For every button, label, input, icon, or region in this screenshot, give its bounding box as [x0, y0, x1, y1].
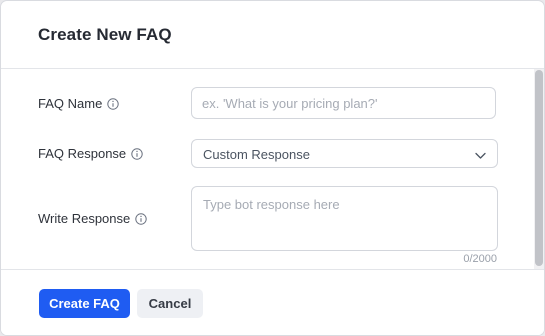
faq-name-label-group: FAQ Name [38, 96, 119, 111]
faq-response-label: FAQ Response [38, 146, 127, 161]
write-response-label-group: Write Response [38, 211, 147, 226]
dialog-title: Create New FAQ [38, 25, 172, 44]
info-icon[interactable] [131, 147, 143, 160]
faq-response-select[interactable]: Custom Response [191, 139, 498, 168]
character-counter: 0/2000 [463, 253, 497, 265]
dialog-header: Create New FAQ [1, 1, 544, 69]
cancel-button[interactable]: Cancel [137, 289, 203, 318]
faq-name-input[interactable]: ex. 'What is your pricing plan?' [191, 87, 496, 119]
write-response-textarea[interactable]: Type bot response here [191, 186, 498, 251]
faq-response-selected-value: Custom Response [203, 147, 310, 162]
info-icon[interactable] [135, 212, 147, 225]
dialog-body[interactable]: FAQ Name ex. 'What is your pricing plan?… [1, 69, 544, 269]
create-faq-dialog: Create New FAQ FAQ Name ex. 'What is you… [0, 0, 545, 336]
info-icon[interactable] [107, 97, 119, 110]
faq-name-placeholder: ex. 'What is your pricing plan?' [202, 96, 378, 111]
dialog-footer: Create FAQ Cancel [1, 269, 544, 335]
faq-name-label: FAQ Name [38, 96, 103, 111]
create-faq-button[interactable]: Create FAQ [39, 289, 130, 318]
write-response-placeholder: Type bot response here [203, 197, 340, 212]
scrollbar-thumb[interactable] [535, 70, 543, 266]
chevron-down-icon[interactable] [474, 149, 487, 162]
faq-response-label-group: FAQ Response [38, 146, 143, 161]
write-response-label: Write Response [38, 211, 131, 226]
